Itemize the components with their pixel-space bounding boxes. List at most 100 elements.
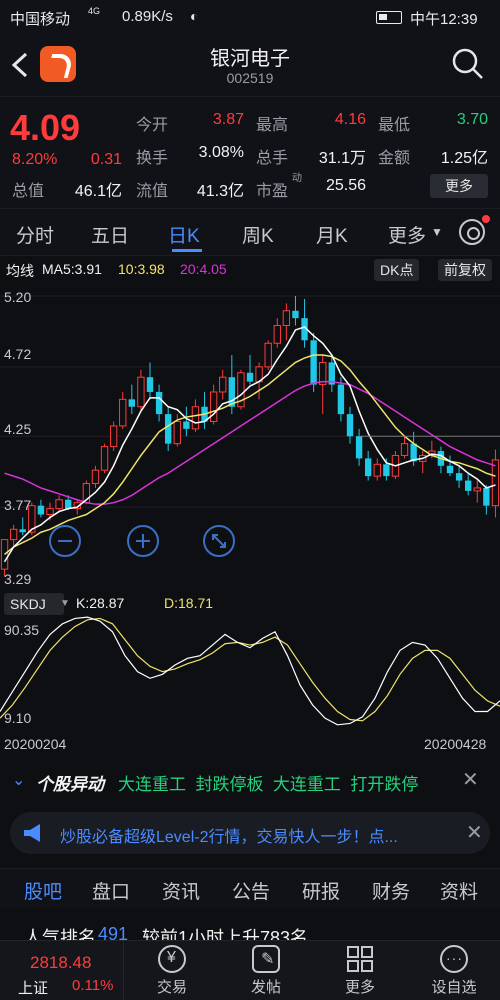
ma-legend-bar: 均线 MA5:3.91 10:3.98 20:4.05 DK点 前复权 xyxy=(0,258,500,282)
d-value: D:18.71 xyxy=(164,595,214,611)
candle xyxy=(483,484,490,515)
ticker-title: 个股异动 xyxy=(36,775,104,794)
trade-label: 交易 xyxy=(156,979,187,996)
tab-orderbook[interactable]: 盘口 xyxy=(92,877,130,904)
more-button[interactable]: 更多 xyxy=(320,945,400,997)
post-label: 发帖 xyxy=(250,979,281,996)
promo-banner[interactable]: 炒股必备超级Level-2行情，交易快人一步！点... ✕ xyxy=(10,812,490,854)
index-value: 2818.48 xyxy=(30,953,92,972)
kdj-top-label: 90.35 xyxy=(4,622,40,638)
tab-news[interactable]: 资讯 xyxy=(162,877,200,904)
post-button[interactable]: ✎ 发帖 xyxy=(226,945,306,997)
candle xyxy=(9,524,18,547)
ma10-value: 10:3.98 xyxy=(118,261,165,277)
candle xyxy=(346,406,354,444)
change-value: 0.31 xyxy=(90,151,122,168)
quote-label-high: 最高 xyxy=(256,117,289,134)
megaphone-icon xyxy=(24,824,40,842)
ma20-value: 20:4.05 xyxy=(180,261,227,277)
tab-five-day[interactable]: 五日 xyxy=(91,221,129,248)
chevron-down-icon: ⌄ xyxy=(12,772,26,789)
y-axis-label-4: 3.77 xyxy=(4,497,32,513)
quote-label-pe: 市盈 xyxy=(256,183,289,200)
candle xyxy=(419,451,427,474)
candle xyxy=(273,318,281,348)
candle xyxy=(19,517,26,536)
candle xyxy=(55,495,63,512)
candle xyxy=(119,391,127,429)
news-ticker[interactable]: ⌄ 个股异动 大连重工 封跌停板 大连重工 打开跌停 ✕ xyxy=(0,762,500,798)
info-tabs: 股吧 盘口 资讯 公告 研报 财务 资料 xyxy=(0,868,500,908)
quote-value-high: 4.16 xyxy=(334,111,366,128)
adjust-button[interactable]: 前复权 xyxy=(438,259,492,281)
ticker-text: 大连重工 封跌停板 大连重工 打开跌停 xyxy=(118,775,419,794)
candle xyxy=(355,428,363,466)
quote-value-pe: 25.56 xyxy=(325,177,366,194)
quote-label-pe-sup: 动 xyxy=(292,173,302,184)
active-tab-indicator xyxy=(172,249,202,252)
candle xyxy=(301,298,308,348)
rank-value: 491 xyxy=(98,924,129,940)
candle xyxy=(109,421,118,452)
ticker-close-icon[interactable]: ✕ xyxy=(462,767,479,792)
zoom-out-icon[interactable] xyxy=(48,524,82,558)
tab-more[interactable]: 更多 xyxy=(388,221,426,248)
dk-point-button[interactable]: DK点 xyxy=(374,259,420,281)
k-value: K:28.87 xyxy=(76,595,125,611)
candle xyxy=(373,458,381,481)
tab-research[interactable]: 研报 xyxy=(302,877,340,904)
ma5-value: MA5:3.91 xyxy=(42,261,102,277)
date-start-label: 20200204 xyxy=(4,736,67,752)
add-watchlist-button[interactable]: ··· 设自选 xyxy=(414,945,494,997)
index-name: 上证 xyxy=(18,980,49,997)
indicator-selector[interactable]: SKDJ xyxy=(4,593,64,615)
zoom-in-icon[interactable] xyxy=(126,524,160,558)
ma-label: 均线 xyxy=(6,263,34,279)
candle xyxy=(209,384,218,425)
candle xyxy=(37,499,45,518)
ma20-line xyxy=(4,380,496,505)
candle xyxy=(237,369,245,410)
indicator-dropdown-icon[interactable]: ▼ xyxy=(60,598,70,609)
candle xyxy=(465,473,472,496)
candle xyxy=(292,296,299,326)
quote-more-button[interactable]: 更多 xyxy=(430,174,488,198)
candle xyxy=(473,480,481,503)
search-icon[interactable] xyxy=(452,48,484,80)
notification-dot xyxy=(482,215,490,223)
tab-profile[interactable]: 资料 xyxy=(440,877,478,904)
candle xyxy=(100,443,109,474)
index-widget[interactable]: 2818.48 上证 0.11% xyxy=(0,941,124,1000)
candle xyxy=(183,406,190,437)
quote-label-low: 最低 xyxy=(378,117,411,134)
quote-label-amount: 金额 xyxy=(378,150,411,167)
fullscreen-icon[interactable] xyxy=(202,524,236,558)
popularity-rank: 人气排名 491 较前1小时上升783名 xyxy=(0,918,500,940)
kdj-chart[interactable] xyxy=(0,616,500,734)
stock-code: 002519 xyxy=(226,70,274,86)
quote-label-volume: 总手 xyxy=(256,150,289,167)
more-dots-icon: ··· xyxy=(440,945,468,973)
wechat-icon: ◐ xyxy=(190,8,199,24)
tab-weekly-k[interactable]: 周K xyxy=(242,221,274,248)
tab-forum[interactable]: 股吧 xyxy=(24,877,62,904)
tab-daily-k[interactable]: 日K xyxy=(168,221,200,248)
chevron-down-icon[interactable]: ▼ xyxy=(431,225,443,239)
promo-close-icon[interactable]: ✕ xyxy=(466,820,483,845)
network-label: 4G xyxy=(88,6,101,16)
grid-icon xyxy=(346,945,374,973)
candle xyxy=(365,451,372,481)
trade-button[interactable]: ¥ 交易 xyxy=(132,945,212,997)
tab-monthly-k[interactable]: 月K xyxy=(316,221,348,248)
quote-label-total-value: 总值 xyxy=(12,183,45,200)
change-percent: 8.20% xyxy=(12,151,58,168)
kdj-d-line xyxy=(0,617,500,722)
promo-text: 炒股必备超级Level-2行情，交易快人一步！点... xyxy=(60,829,398,846)
settings-gear-icon[interactable] xyxy=(459,219,485,245)
tab-financials[interactable]: 财务 xyxy=(372,877,410,904)
tab-intraday[interactable]: 分时 xyxy=(16,221,54,248)
candle xyxy=(400,436,409,459)
quote-value-open: 3.87 xyxy=(212,111,244,128)
tab-announcements[interactable]: 公告 xyxy=(232,877,270,904)
quote-value-turnover: 3.08% xyxy=(198,144,244,161)
